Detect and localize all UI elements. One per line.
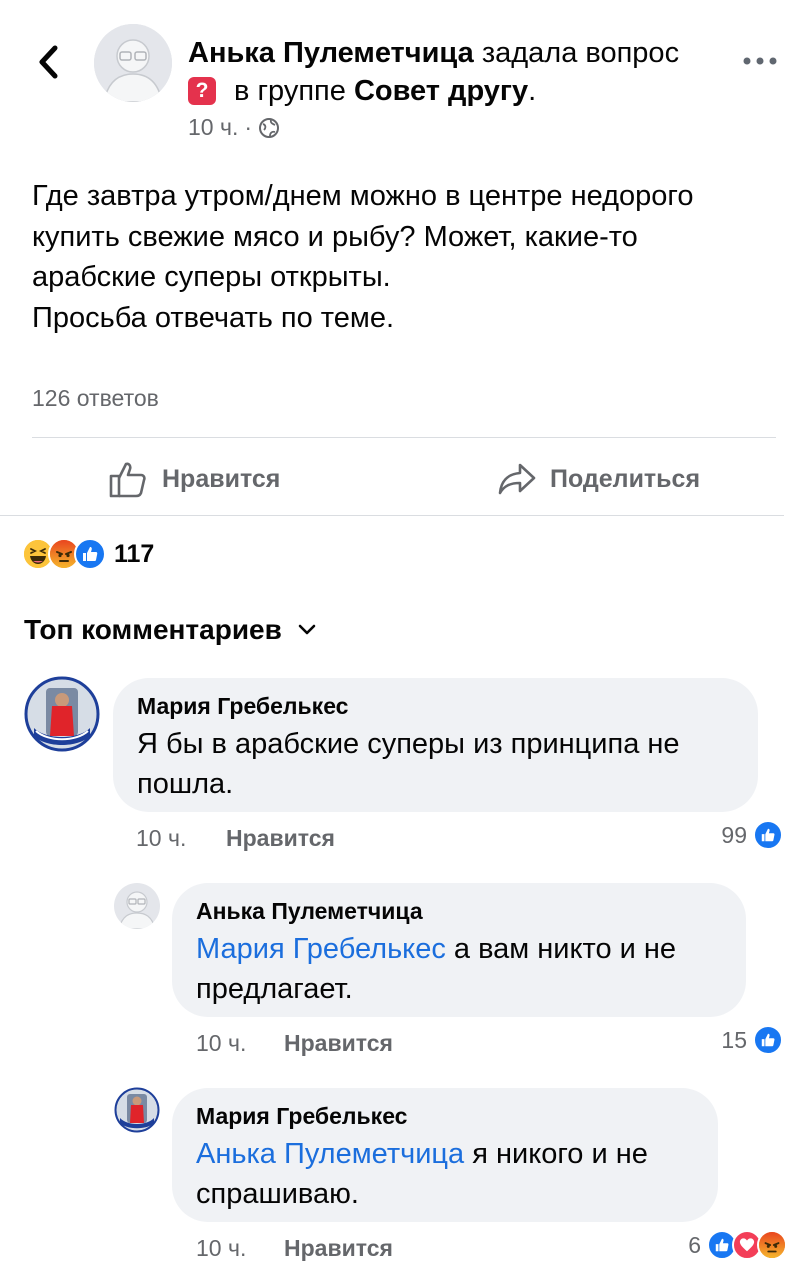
reply-author-avatar[interactable]: [114, 1087, 160, 1133]
comment-text: Анька Пулеметчица я никого и не спрашива…: [196, 1134, 694, 1214]
author-avatar[interactable]: [94, 24, 172, 102]
reactions-count: 117: [114, 539, 155, 568]
comment-text: Я бы в арабские суперы из принципа не по…: [137, 728, 680, 800]
reply-author-avatar[interactable]: [114, 883, 160, 929]
comment-reaction-count: 99: [721, 821, 747, 848]
post-header-line1: Анька Пулеметчица задала вопрос: [188, 36, 679, 70]
commenter-avatar[interactable]: [24, 676, 100, 752]
like-reaction-icon: [753, 1025, 783, 1055]
post-body: Где завтра утром/днем можно в центре нед…: [32, 180, 694, 334]
globe-icon: [259, 117, 280, 138]
like-button[interactable]: Нравится: [108, 456, 280, 502]
angry-reaction-icon: [757, 1230, 787, 1260]
share-button[interactable]: Поделиться: [498, 456, 700, 502]
comment-like-button[interactable]: Нравится: [284, 1030, 393, 1057]
comment-like-button[interactable]: Нравится: [284, 1235, 393, 1262]
mention-link[interactable]: Анька Пулеметчица: [196, 1138, 464, 1170]
reply-bubble[interactable]: Анька Пулеметчица Мария Гребелькес а вам…: [172, 883, 746, 1017]
reactions-summary[interactable]: 117: [22, 538, 154, 570]
comment-like-button[interactable]: Нравится: [226, 825, 335, 852]
like-reaction-icon: [753, 820, 783, 850]
comment-bubble[interactable]: Мария Гребелькес Я бы в арабские суперы …: [113, 678, 758, 812]
comment-author-name[interactable]: Мария Гребелькес: [196, 1102, 694, 1130]
like-label: Нравится: [162, 464, 281, 493]
group-name[interactable]: Совет другу: [354, 74, 528, 108]
comment-author-name[interactable]: Анька Пулеметчица: [196, 897, 722, 925]
comments-sort-label: Топ комментариев: [24, 614, 282, 645]
chevron-down-icon: [298, 624, 316, 635]
share-arrow-icon: [498, 463, 536, 495]
comment-time[interactable]: 10 ч.: [196, 1030, 246, 1057]
comment-time[interactable]: 10 ч.: [136, 825, 186, 852]
author-name[interactable]: Анька Пулеметчица: [188, 37, 474, 69]
comment-time[interactable]: 10 ч.: [196, 1235, 246, 1262]
post-meta: 10 ч. ·: [188, 114, 280, 141]
question-badge-icon: ?: [188, 77, 216, 105]
like-reaction-icon: [74, 538, 106, 570]
comments-sort-dropdown[interactable]: Топ комментариев: [24, 614, 316, 646]
post-time[interactable]: 10 ч.: [188, 114, 238, 141]
comment-reactions[interactable]: 15: [721, 1025, 783, 1055]
divider: [32, 437, 776, 438]
group-suffix: .: [528, 75, 537, 107]
mention-link[interactable]: Мария Гребелькес: [196, 933, 446, 965]
reply-bubble[interactable]: Мария Гребелькес Анька Пулеметчица я ник…: [172, 1088, 718, 1222]
comment-reaction-count: 6: [688, 1231, 701, 1258]
meta-dot: ·: [244, 114, 253, 140]
more-options-button[interactable]: [738, 46, 782, 76]
comment-reaction-count: 15: [721, 1026, 747, 1053]
more-dots-icon: [743, 57, 777, 65]
group-prefix: в группе: [234, 75, 346, 107]
share-label: Поделиться: [550, 464, 701, 493]
post-action-text: задала вопрос: [481, 37, 680, 69]
divider: [0, 515, 784, 516]
comment-reactions[interactable]: 99: [721, 820, 783, 850]
comment-author-name[interactable]: Мария Гребелькес: [137, 692, 734, 720]
post-header-line2: ? в группе Совет другу.: [188, 74, 536, 108]
answers-count[interactable]: 126 ответов: [32, 385, 159, 412]
comment-reactions[interactable]: 6: [688, 1230, 787, 1260]
comment-text: Мария Гребелькес а вам никто и не предла…: [196, 929, 722, 1009]
thumbs-up-icon: [109, 462, 146, 498]
chevron-left-icon: [39, 45, 58, 79]
back-button[interactable]: [28, 40, 68, 84]
